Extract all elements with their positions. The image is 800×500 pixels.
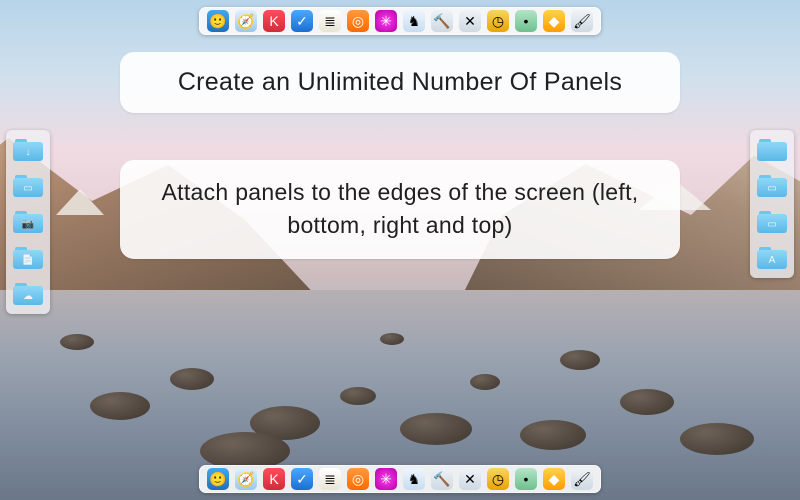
- compass-icon[interactable]: ◎: [347, 10, 369, 32]
- safari-icon[interactable]: 🧭: [235, 10, 257, 32]
- divider-icon[interactable]: ✕: [459, 10, 481, 32]
- tasks-icon[interactable]: ✓: [291, 10, 313, 32]
- app-k-icon[interactable]: K: [263, 468, 285, 490]
- brush-icon[interactable]: 🖌: [571, 10, 593, 32]
- finder-icon[interactable]: 🙂: [207, 468, 229, 490]
- folder-2[interactable]: ▭: [754, 170, 790, 202]
- documents-folder[interactable]: 📄: [10, 242, 46, 274]
- folder-icon: ▭: [13, 175, 43, 197]
- divider-icon[interactable]: ✕: [459, 468, 481, 490]
- scenery-rock: [380, 333, 404, 345]
- folder-icon: A: [757, 247, 787, 269]
- xcode-icon[interactable]: 🔨: [431, 10, 453, 32]
- notes-icon[interactable]: ≣: [319, 468, 341, 490]
- scenery-rock: [560, 350, 600, 370]
- scenery-rock: [60, 334, 94, 350]
- callout-heading: Create an Unlimited Number Of Panels: [120, 52, 680, 113]
- flower-icon[interactable]: ✳: [375, 468, 397, 490]
- desktop-wallpaper: 🙂🧭K✓≣◎✳♞🔨✕◷•◆🖌 🙂🧭K✓≣◎✳♞🔨✕◷•◆🖌 ↓▭📷📄☁ ▭▭A …: [0, 0, 800, 500]
- desktop-folder[interactable]: ▭: [10, 170, 46, 202]
- folder-icon: ▭: [757, 211, 787, 233]
- scenery-rock: [170, 368, 214, 390]
- left-side-panel[interactable]: ↓ ▭ 📷 📄 ☁: [6, 130, 50, 314]
- scenery-rock: [90, 392, 150, 420]
- clock-icon[interactable]: ◷: [487, 468, 509, 490]
- folder-icon: 📄: [13, 247, 43, 269]
- safari-icon[interactable]: 🧭: [235, 468, 257, 490]
- knight-icon[interactable]: ♞: [403, 468, 425, 490]
- knight-icon[interactable]: ♞: [403, 10, 425, 32]
- app-my-icon[interactable]: •: [515, 468, 537, 490]
- app-my-icon[interactable]: •: [515, 10, 537, 32]
- pictures-folder[interactable]: 📷: [10, 206, 46, 238]
- sketch-icon[interactable]: ◆: [543, 10, 565, 32]
- folder-3[interactable]: ▭: [754, 206, 790, 238]
- folder-icon: ☁: [13, 283, 43, 305]
- top-dock-panel[interactable]: 🙂 🧭 K ✓ ≣ ◎ ✳ ♞ 🔨 ✕ ◷ • ◆ 🖌: [199, 7, 601, 35]
- scenery-rock: [620, 389, 674, 415]
- app-k-icon[interactable]: K: [263, 10, 285, 32]
- folder-1[interactable]: [754, 134, 790, 166]
- right-side-panel[interactable]: ▭ ▭ A: [750, 130, 794, 278]
- callout-subheading: Attach panels to the edges of the screen…: [120, 160, 680, 259]
- brush-icon[interactable]: 🖌: [571, 468, 593, 490]
- notes-icon[interactable]: ≣: [319, 10, 341, 32]
- scenery-rock: [680, 423, 754, 455]
- clock-icon[interactable]: ◷: [487, 10, 509, 32]
- scenery-rock: [400, 413, 472, 445]
- cloud-folder[interactable]: ☁: [10, 278, 46, 310]
- scenery-rock: [520, 420, 586, 450]
- scenery-rock: [470, 374, 500, 390]
- folder-icon: 📷: [13, 211, 43, 233]
- folder-icon: ↓: [13, 139, 43, 161]
- bottom-dock-panel[interactable]: 🙂 🧭 K ✓ ≣ ◎ ✳ ♞ 🔨 ✕ ◷ • ◆ 🖌: [199, 465, 601, 493]
- folder-icon: [757, 139, 787, 161]
- flower-icon[interactable]: ✳: [375, 10, 397, 32]
- xcode-icon[interactable]: 🔨: [431, 468, 453, 490]
- finder-icon[interactable]: 🙂: [207, 10, 229, 32]
- sketch-icon[interactable]: ◆: [543, 468, 565, 490]
- downloads-folder[interactable]: ↓: [10, 134, 46, 166]
- scenery-rock: [340, 387, 376, 405]
- folder-icon: ▭: [757, 175, 787, 197]
- compass-icon[interactable]: ◎: [347, 468, 369, 490]
- tasks-icon[interactable]: ✓: [291, 468, 313, 490]
- applications-folder[interactable]: A: [754, 242, 790, 274]
